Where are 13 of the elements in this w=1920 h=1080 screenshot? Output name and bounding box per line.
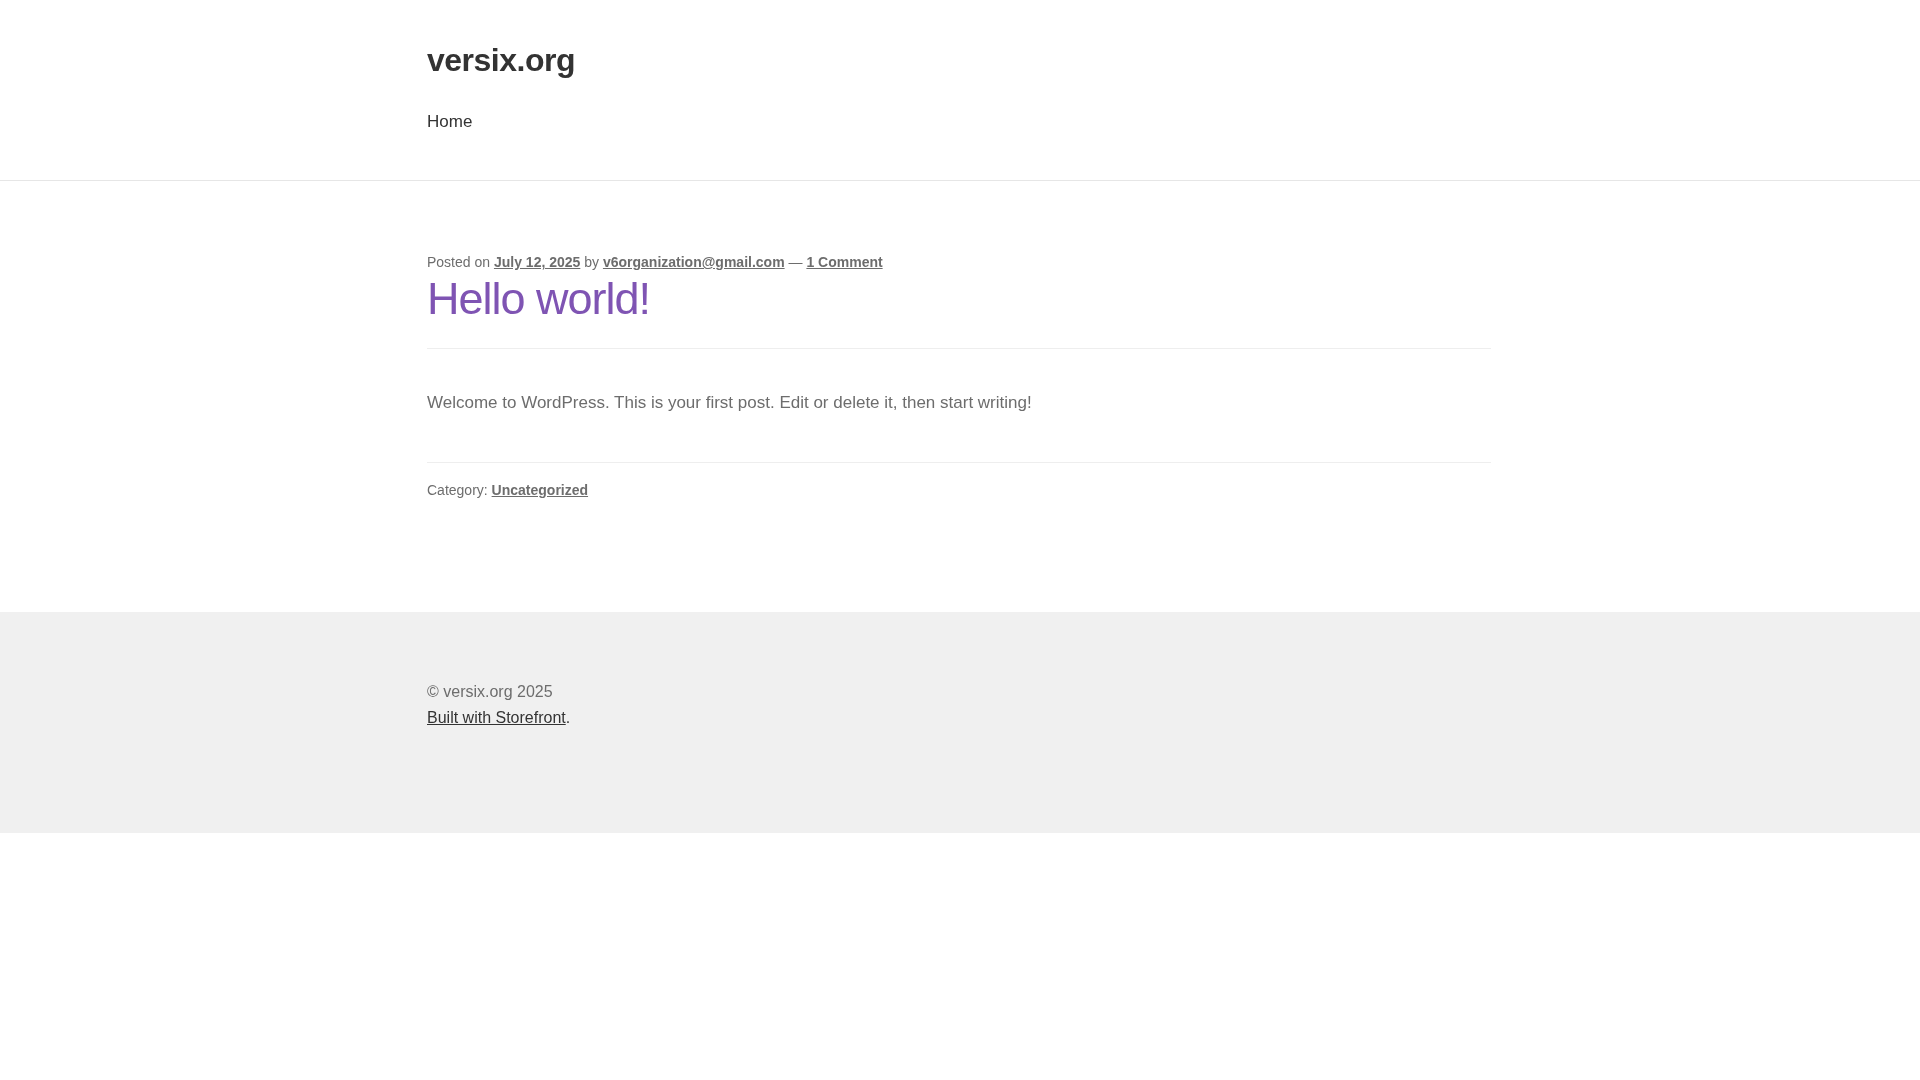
nav-link[interactable]: Home bbox=[427, 111, 473, 133]
text-link[interactable]: v6organization@gmail.com bbox=[602, 254, 785, 270]
text-link[interactable]: Uncategorized bbox=[491, 482, 589, 498]
copyright-text: © versix.org 2025 bbox=[427, 682, 554, 702]
site-title[interactable]: versix.org bbox=[427, 0, 1491, 79]
post-title: Hello world! bbox=[427, 272, 652, 326]
credit-text: Built with Storefront. bbox=[427, 708, 572, 728]
text-link[interactable]: Built with Storefront bbox=[427, 709, 566, 726]
post-category: Category: Uncategorized bbox=[427, 481, 590, 499]
text-link[interactable]: July 12, 2025 bbox=[493, 254, 581, 270]
post-meta: Posted on July 12, 2025 by v6organization@gmail.com — 1 Comment bbox=[427, 253, 884, 271]
text-link[interactable]: 1 Comment bbox=[806, 254, 883, 270]
post-body: Welcome to WordPress. This is your first post. Edit or delete it, then start writing! bbox=[427, 392, 1033, 414]
